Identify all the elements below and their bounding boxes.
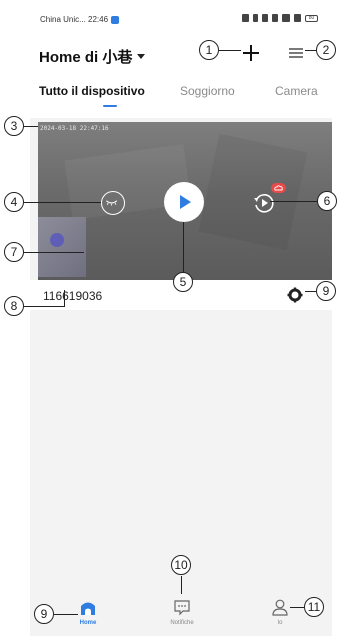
cloud-icon: [271, 183, 286, 193]
video-timestamp: 2024-03-18 22:47:16: [40, 125, 109, 132]
room-tabs: Tutto il dispositivo Soggiorno Camera: [30, 84, 332, 110]
status-bar: China Unic... 22:46 80: [30, 6, 332, 32]
message-icon: [174, 600, 190, 616]
snapshot-content: [50, 233, 64, 247]
carrier-time: China Unic... 22:46: [40, 15, 109, 24]
plus-icon[interactable]: [240, 42, 262, 64]
gear-icon[interactable]: [286, 286, 304, 304]
header: Home di 小巷: [30, 36, 332, 70]
nav-home-label: Home: [79, 620, 97, 626]
user-icon: [272, 599, 288, 616]
tab-all-devices[interactable]: Tutto il dispositivo: [39, 84, 145, 98]
alarm-icon: [262, 14, 268, 22]
status-right: 80: [242, 14, 318, 22]
playback-icon[interactable]: [251, 190, 277, 216]
phone-screen: China Unic... 22:46 80 Home di 小巷 Tutto …: [30, 6, 332, 636]
tab-camera[interactable]: Camera: [275, 84, 318, 98]
caret-down-icon: [137, 54, 146, 59]
data-speed-icon: [272, 14, 278, 22]
callout-4: 4: [4, 192, 24, 212]
device-name: 116619036: [43, 289, 103, 303]
play-button[interactable]: [164, 182, 204, 222]
menu-icon[interactable]: [287, 44, 305, 62]
home-title: Home di 小巷: [39, 49, 133, 66]
closed-eye-icon: [106, 200, 118, 206]
nav-me-label: Io: [277, 620, 283, 626]
home-selector[interactable]: Home di 小巷: [39, 46, 146, 67]
nav-home[interactable]: Home: [58, 596, 118, 636]
bluetooth-icon: [253, 14, 258, 22]
nav-notifications[interactable]: Notifiche: [152, 596, 212, 636]
nfc-icon: [242, 14, 249, 22]
bottom-navigation: Home Notifiche Io: [30, 596, 332, 636]
signal-icon: [294, 14, 301, 22]
tab-living-room[interactable]: Soggiorno: [180, 84, 235, 98]
snapshot-thumbnail[interactable]: [38, 217, 86, 277]
nav-me[interactable]: Io: [250, 596, 310, 636]
app-notification-icon: [111, 15, 120, 24]
nav-notifications-label: Notifiche: [170, 620, 194, 626]
camera-preview[interactable]: 2024-03-18 22:47:16: [38, 122, 332, 280]
callout-7: 7: [4, 242, 24, 262]
privacy-mode-button[interactable]: [101, 191, 125, 215]
status-left: China Unic... 22:46: [40, 15, 120, 24]
active-tab-indicator: [103, 105, 117, 107]
callout-8: 8: [4, 296, 24, 316]
wifi-icon: [282, 14, 290, 22]
home-icon: [81, 602, 95, 615]
callout-3: 3: [4, 116, 24, 136]
battery-icon: 80: [305, 14, 318, 22]
device-info-row: 116619036: [30, 280, 332, 310]
